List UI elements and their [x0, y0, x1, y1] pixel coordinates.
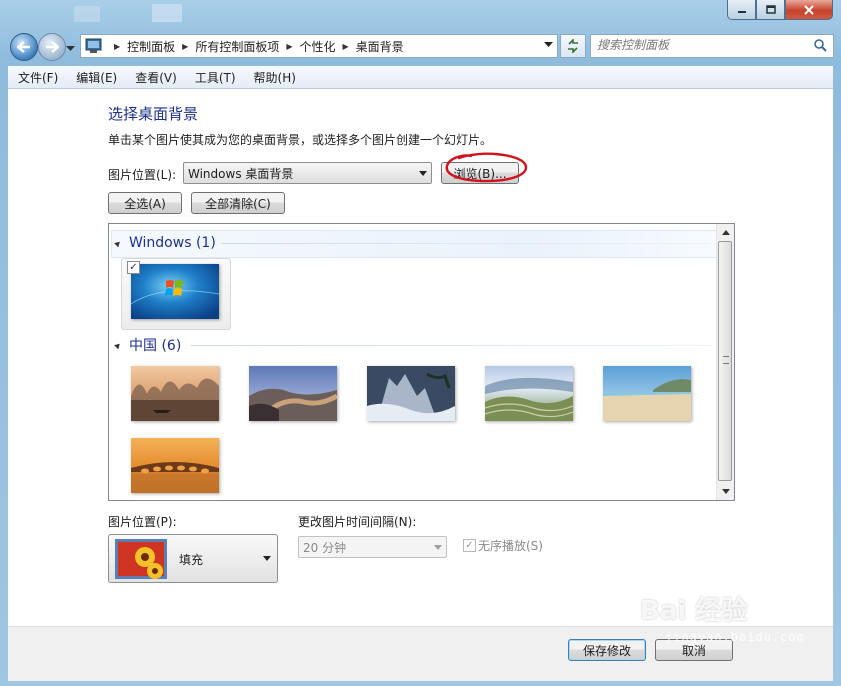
address-row: ▶ 控制面板 ▶ 所有控制面板项 ▶ 个性化 ▶ 桌面背景	[0, 31, 841, 61]
collapse-triangle-icon	[114, 239, 122, 247]
thumbnail-great-wall[interactable]	[249, 366, 337, 421]
address-bar[interactable]: ▶ 控制面板 ▶ 所有控制面板项 ▶ 个性化 ▶ 桌面背景	[80, 34, 558, 58]
background-desktop-icons	[70, 2, 210, 29]
search-input[interactable]	[591, 35, 808, 55]
recent-pages-dropdown[interactable]	[66, 41, 75, 55]
page-title: 选择桌面背景	[108, 105, 199, 123]
refresh-button[interactable]	[560, 34, 586, 58]
breadcrumb-personalization[interactable]: 个性化	[300, 38, 336, 55]
forward-button[interactable]	[38, 33, 66, 61]
fill-position-preview-icon	[115, 539, 167, 579]
chevron-down-icon	[66, 46, 75, 51]
select-all-button[interactable]: 全选(A)	[108, 192, 182, 214]
thumbnail-seventeen-arch-bridge[interactable]	[131, 438, 219, 493]
beach-wallpaper-image	[603, 366, 691, 421]
shuffle-label: 无序播放(S)	[478, 539, 543, 553]
baidu-watermark: Bai 经验	[640, 596, 748, 626]
breadcrumb-separator[interactable]: ▶	[182, 42, 188, 51]
arrow-right-icon	[46, 41, 59, 53]
thumbnail-huangshan-mountains[interactable]	[367, 366, 455, 421]
clear-all-button[interactable]: 全部清除(C)	[191, 192, 285, 214]
save-changes-button[interactable]: 保存修改	[568, 639, 646, 661]
group-header-windows[interactable]: Windows (1)	[114, 232, 216, 254]
picture-position-select[interactable]: 填充	[108, 534, 278, 583]
refresh-icon	[568, 39, 578, 53]
scroll-grip	[723, 356, 729, 364]
baidu-watermark-url: jingyan.baidu.com	[665, 630, 805, 644]
interval-label: 更改图片时间间隔(N):	[298, 515, 417, 529]
minimize-icon	[737, 10, 746, 13]
breadcrumb-separator[interactable]: ▶	[286, 42, 292, 51]
group-title-china: 中国 (6)	[129, 338, 182, 354]
close-button[interactable]	[785, 0, 833, 20]
breadcrumb-all-items[interactable]: 所有控制面板项	[195, 38, 279, 55]
menu-file[interactable]: 文件(F)	[8, 69, 66, 86]
menu-view[interactable]: 查看(V)	[125, 69, 185, 86]
group-title-windows: Windows (1)	[129, 235, 216, 251]
windows-7-wallpaper-image	[131, 264, 219, 319]
huangshan-wallpaper-image	[367, 366, 455, 421]
chevron-down-icon	[434, 545, 442, 550]
thumbnail-rice-terraces[interactable]	[485, 366, 573, 421]
group-divider	[191, 345, 711, 346]
vertical-scrollbar[interactable]	[716, 224, 734, 500]
window-caption-buttons	[727, 0, 833, 20]
great-wall-wallpaper-image	[249, 366, 337, 421]
thumbnail-windows-7-default[interactable]	[131, 264, 219, 319]
browse-button[interactable]: 浏览(B)...	[441, 162, 519, 184]
interval-select: 20 分钟	[298, 536, 447, 558]
explorer-window: ▶ 控制面板 ▶ 所有控制面板项 ▶ 个性化 ▶ 桌面背景 文件(F) 编辑(E…	[0, 0, 841, 686]
picture-location-label: 图片位置(L):	[108, 168, 177, 182]
arrow-left-icon	[17, 41, 30, 53]
arch-bridge-wallpaper-image	[131, 438, 219, 493]
chevron-up-icon	[721, 230, 730, 235]
thumbnail-beach-sand[interactable]	[603, 366, 691, 421]
menu-edit[interactable]: 编辑(E)	[66, 69, 125, 86]
maximize-icon	[765, 5, 776, 14]
main-content: 选择桌面背景 单击某个图片使其成为您的桌面背景，或选择多个图片创建一个幻灯片。 …	[8, 89, 833, 626]
minimize-button[interactable]	[727, 0, 756, 20]
maximize-button[interactable]	[756, 0, 785, 20]
page-description: 单击某个图片使其成为您的桌面背景，或选择多个图片创建一个幻灯片。	[108, 133, 493, 147]
group-divider	[221, 243, 711, 244]
thumbnail-guilin-karst-river[interactable]	[131, 366, 219, 421]
chevron-down-icon	[419, 171, 427, 176]
breadcrumb-desktop-background[interactable]: 桌面背景	[356, 38, 404, 55]
menu-help[interactable]: 帮助(H)	[244, 69, 304, 86]
chevron-down-icon	[263, 556, 271, 561]
scroll-thumb[interactable]	[718, 241, 732, 481]
back-button[interactable]	[10, 33, 38, 61]
guilin-wallpaper-image	[131, 366, 219, 421]
interval-value: 20 分钟	[303, 540, 347, 555]
picture-location-value: Windows 桌面背景	[188, 166, 294, 181]
control-panel-icon	[85, 38, 102, 53]
wallpaper-list[interactable]: Windows (1) ✓ 中国 (6)	[108, 223, 735, 501]
picture-position-label: 图片位置(P):	[108, 515, 177, 529]
scroll-down-button[interactable]	[717, 483, 734, 500]
shuffle-checkbox: ✓	[463, 539, 476, 552]
close-icon	[804, 4, 814, 15]
rice-terraces-wallpaper-image	[485, 366, 573, 421]
menu-bar: 文件(F) 编辑(E) 查看(V) 工具(T) 帮助(H)	[8, 66, 833, 89]
chevron-down-icon[interactable]	[544, 42, 553, 48]
checkbox-windows-7-default[interactable]: ✓	[127, 261, 140, 274]
scroll-up-button[interactable]	[717, 224, 734, 241]
search-box	[590, 34, 834, 58]
chevron-down-icon	[721, 489, 730, 494]
breadcrumb-separator[interactable]: ▶	[343, 42, 349, 51]
breadcrumb-separator: ▶	[114, 41, 121, 51]
breadcrumb-control-panel[interactable]: 控制面板	[127, 38, 175, 55]
collapse-triangle-icon	[114, 341, 122, 349]
picture-location-select[interactable]: Windows 桌面背景	[183, 162, 432, 184]
picture-position-value: 填充	[179, 553, 204, 567]
menu-tools[interactable]: 工具(T)	[185, 69, 244, 86]
search-icon[interactable]	[814, 39, 827, 52]
group-header-china[interactable]: 中国 (6)	[114, 334, 182, 356]
